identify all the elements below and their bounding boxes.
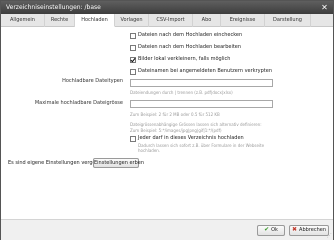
tab-csv-import[interactable]: CSV-Import	[149, 14, 193, 27]
inherit-settings-button[interactable]: Einstellungen erben	[93, 158, 144, 168]
close-icon[interactable]: ✕	[320, 3, 329, 12]
checkmark-icon	[130, 57, 136, 63]
tab-content-hochladen: Dateien nach dem Hochladen einchecken Da…	[1, 27, 333, 219]
tab-abo[interactable]: Abo	[193, 14, 221, 27]
max-size-input[interactable]	[130, 100, 273, 108]
ok-button[interactable]: ✔ Ok	[257, 225, 285, 236]
upload-types-hint: Dateiendungen durch | trennen (z.B. pdf|…	[130, 90, 233, 95]
tab-allgemein[interactable]: Allgemein	[1, 14, 45, 27]
max-size-hint-alternative: Dateigrössenabhängige Grössen lassen sic…	[130, 122, 262, 127]
option-label-bilder-verkleinern: Bilder lokal verkleinern, falls möglich	[138, 56, 231, 62]
tab-darstellung[interactable]: Darstellung	[265, 14, 311, 27]
tab-hochladen[interactable]: Hochladen	[75, 14, 115, 27]
tab-bar: Allgemein Rechte Hochladen Vorlagen CSV-…	[1, 14, 333, 27]
cancel-button[interactable]: ✖ Abbrechen	[289, 225, 329, 236]
option-label-jeder-hochladen: Jeder darf in dieses Verzeichnis hochlad…	[138, 135, 244, 141]
max-size-hint-example: Zum Beispiel: 2 für 2 MB oder 0.5 für 51…	[130, 112, 220, 117]
upload-types-label: Hochladbare Dateitypen	[62, 78, 123, 84]
tab-vorlagen[interactable]: Vorlagen	[115, 14, 149, 27]
upload-types-input[interactable]	[130, 79, 273, 87]
checkbox-einchecken[interactable]	[130, 33, 136, 39]
option-label-einchecken: Dateien nach dem Hochladen einchecken	[138, 32, 243, 38]
checkbox-jeder-hochladen[interactable]	[130, 136, 136, 142]
dialog-titlebar[interactable]: Verzeichniseinstellungen: /base ✕	[1, 1, 333, 14]
ok-button-label: Ok	[271, 227, 278, 233]
everyone-hint-line2: hochladen.	[138, 148, 161, 153]
settings-dialog: Verzeichniseinstellungen: /base ✕ Allgem…	[0, 0, 334, 240]
max-size-label: Maximale hochladbare Dateigrösse	[34, 100, 123, 106]
check-icon: ✔	[264, 226, 270, 233]
resize-grip-icon[interactable]: ⋰	[327, 234, 332, 239]
option-label-dateinamen-verkrypten: Dateinamen bei angemeldeten Benutzern ve…	[138, 68, 272, 74]
max-size-hint-alternative-example: Zum Beispiel: 5:*/images/jpg|png|gif|1:*…	[130, 128, 222, 133]
checkbox-bilder-verkleinern[interactable]	[130, 57, 136, 63]
own-settings-label: Es sind eigene Einstellungen vergeben	[8, 160, 105, 166]
option-label-bearbeiten: Dateien nach dem Hochladen bearbeiten	[138, 44, 242, 50]
cancel-icon: ✖	[292, 226, 298, 233]
dialog-footer: ✔ Ok ✖ Abbrechen ⋰	[1, 219, 333, 240]
tab-rechte[interactable]: Rechte	[45, 14, 75, 27]
checkbox-dateinamen-verkrypten[interactable]	[130, 69, 136, 75]
cancel-button-label: Abbrechen	[299, 227, 326, 233]
checkbox-bearbeiten[interactable]	[130, 45, 136, 51]
dialog-title: Verzeichniseinstellungen: /base	[6, 4, 101, 11]
tab-ereignisse[interactable]: Ereignisse	[221, 14, 265, 27]
